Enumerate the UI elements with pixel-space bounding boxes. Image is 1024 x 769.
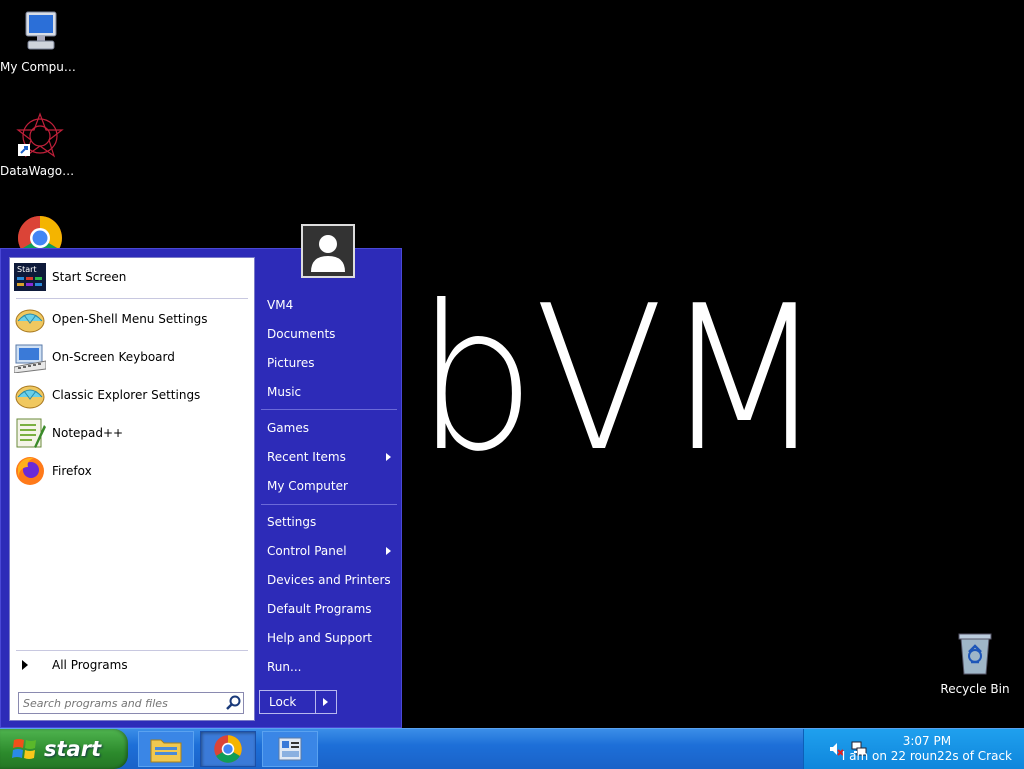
- menu-separator: [261, 504, 397, 505]
- search-box[interactable]: [18, 692, 244, 714]
- menu-item-notepad-plus-plus[interactable]: Notepad++: [14, 417, 250, 449]
- desktop-icon-label: DataWagon...: [0, 164, 80, 178]
- menu-separator: [16, 298, 248, 299]
- right-item-devices-printers[interactable]: Devices and Printers: [259, 567, 397, 593]
- taskbar-control-panel[interactable]: [262, 731, 318, 767]
- menu-separator: [261, 409, 397, 410]
- right-item-label: Control Panel: [267, 544, 347, 558]
- start-label: start: [44, 737, 102, 761]
- right-item-vm4[interactable]: VM4: [259, 292, 397, 318]
- expand-arrow-icon: [22, 660, 28, 670]
- all-programs-button[interactable]: All Programs: [18, 654, 248, 676]
- right-item-music[interactable]: Music: [259, 379, 397, 405]
- right-item-documents[interactable]: Documents: [259, 321, 397, 347]
- clock-time: 3:07 PM: [902, 734, 952, 748]
- right-item-label: Music: [267, 385, 302, 399]
- right-item-label: Help and Support: [267, 631, 372, 645]
- lock-button[interactable]: Lock: [259, 690, 337, 714]
- start-screen-icon: Start: [14, 261, 46, 293]
- shell-icon: [14, 379, 46, 411]
- right-item-label: VM4: [267, 298, 294, 312]
- start-menu-programs-pane: Start Start Screen Open-Shell Menu Setti…: [9, 257, 255, 721]
- right-item-label: Games: [267, 421, 309, 435]
- chrome-icon: [214, 735, 242, 763]
- right-item-control-panel[interactable]: Control Panel: [259, 538, 397, 564]
- control-panel-icon: [278, 737, 302, 761]
- taskbar: start 3:07 PM I am on 22 roun22s of Crac…: [0, 728, 1024, 769]
- submenu-arrow-icon: [386, 453, 391, 461]
- start-screen-icon-text: Start: [17, 265, 37, 274]
- right-item-my-computer[interactable]: My Computer: [259, 473, 397, 499]
- right-item-settings[interactable]: Settings: [259, 509, 397, 535]
- right-item-default-programs[interactable]: Default Programs: [259, 596, 397, 622]
- folder-icon: [150, 739, 182, 763]
- windows-logo-icon: [12, 736, 38, 762]
- menu-item-label: Firefox: [52, 464, 92, 478]
- menu-item-label: Notepad++: [52, 426, 124, 440]
- right-item-run[interactable]: Run...: [259, 654, 397, 680]
- desktop-icon-recycle-bin[interactable]: Recycle Bin: [935, 630, 1015, 696]
- clock[interactable]: 3:07 PM I am on 22 roun22s of Crack: [842, 734, 1012, 764]
- right-item-label: Pictures: [267, 356, 315, 370]
- shell-icon: [14, 303, 46, 335]
- menu-item-label: On-Screen Keyboard: [52, 350, 175, 364]
- taskbar-file-explorer[interactable]: [138, 731, 194, 767]
- user-icon: [311, 235, 345, 272]
- right-item-help-support[interactable]: Help and Support: [259, 625, 397, 651]
- right-item-games[interactable]: Games: [259, 415, 397, 441]
- submenu-arrow-icon: [386, 547, 391, 555]
- desktop-icon-datawagon[interactable]: DataWagon...: [0, 112, 80, 178]
- clock-status-text: I am on 22 roun22s of Crack: [841, 749, 1012, 763]
- right-item-label: Default Programs: [267, 602, 372, 616]
- notepad-icon: [14, 417, 46, 449]
- right-item-label: Settings: [267, 515, 317, 529]
- lock-options-arrow-icon[interactable]: [315, 691, 336, 713]
- menu-item-label: Classic Explorer Settings: [52, 388, 201, 402]
- desktop-icon-label: Recycle Bin: [940, 682, 1010, 696]
- lock-label: Lock: [269, 695, 297, 709]
- start-menu: Start Start Screen Open-Shell Menu Setti…: [0, 224, 402, 728]
- menu-item-open-shell-settings[interactable]: Open-Shell Menu Settings: [14, 303, 250, 335]
- menu-item-classic-explorer-settings[interactable]: Classic Explorer Settings: [14, 379, 250, 411]
- right-item-label: Documents: [267, 327, 336, 341]
- search-icon[interactable]: [225, 694, 243, 712]
- right-item-label: Devices and Printers: [267, 573, 391, 587]
- right-item-recent-items[interactable]: Recent Items: [259, 444, 397, 470]
- menu-item-label: Start Screen: [52, 270, 127, 284]
- desktop-icon-my-computer[interactable]: My Computer: [0, 8, 80, 74]
- search-input[interactable]: [19, 695, 225, 711]
- menu-item-label: Open-Shell Menu Settings: [52, 312, 208, 326]
- user-avatar[interactable]: [301, 224, 355, 278]
- desktop-icon-label: My Computer: [0, 60, 80, 74]
- system-tray: 3:07 PM I am on 22 roun22s of Crack: [803, 729, 1024, 769]
- right-item-pictures[interactable]: Pictures: [259, 350, 397, 376]
- right-item-label: Recent Items: [267, 450, 346, 464]
- right-item-label: Run...: [267, 660, 302, 674]
- computer-icon: [16, 8, 64, 56]
- datawagon-icon: [16, 112, 64, 160]
- menu-separator: [16, 650, 248, 651]
- right-item-label: My Computer: [267, 479, 348, 493]
- menu-item-firefox[interactable]: Firefox: [14, 455, 250, 487]
- all-programs-label: All Programs: [52, 658, 128, 672]
- keyboard-icon: [13, 341, 47, 374]
- start-button[interactable]: start: [0, 729, 128, 769]
- firefox-icon: [14, 455, 46, 487]
- recycle-bin-icon: [951, 630, 999, 678]
- menu-item-on-screen-keyboard[interactable]: On-Screen Keyboard: [13, 341, 250, 374]
- taskbar-chrome[interactable]: [200, 731, 256, 767]
- menu-item-start-screen[interactable]: Start Start Screen: [14, 261, 250, 293]
